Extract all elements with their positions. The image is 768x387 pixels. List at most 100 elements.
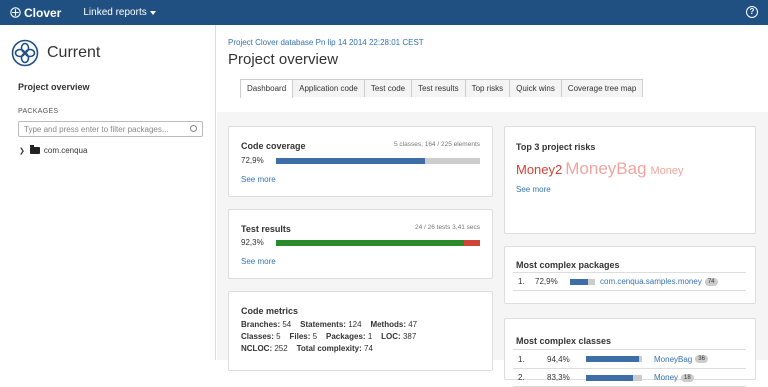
classes-table: 1. 94,4% MoneyBag 36 2. 83,3% Money 18: [513, 349, 746, 387]
tab-test-code[interactable]: Test code: [363, 79, 413, 97]
complexity-badge: 18: [681, 373, 694, 382]
metric-value: 124: [348, 320, 362, 329]
package-filter-input[interactable]: Type and press enter to filter packages.…: [18, 121, 203, 137]
metric-label: LOC:: [381, 332, 401, 341]
metric-label: NCLOC:: [241, 344, 273, 353]
metric-value: 387: [402, 332, 417, 341]
packages-heading: PACKAGES: [18, 108, 59, 115]
brand-name: Clover: [24, 5, 62, 20]
page-header: Project Clover database Pn lip 14 2014 2…: [217, 25, 768, 112]
metric-label: Packages:: [325, 332, 366, 341]
clover-logo-icon: [10, 7, 21, 18]
sidebar-header: Current: [11, 39, 215, 67]
coverage-summary: 5 classes, 164 / 225 elements: [394, 141, 480, 148]
linked-reports-menu[interactable]: Linked reports: [83, 7, 156, 18]
coverage-bar-fill: [276, 158, 425, 164]
sidebar: Current Project overview PACKAGES Type a…: [0, 25, 216, 360]
code-coverage-card: Code coverage 5 classes, 164 / 225 eleme…: [228, 126, 493, 197]
row-bar: [586, 356, 642, 362]
tab-quick-wins[interactable]: Quick wins: [509, 79, 562, 97]
test-results-card: Test results 24 / 26 tests 3,41 secs 92,…: [228, 209, 493, 279]
package-label: com.cenqua: [43, 146, 88, 155]
class-link[interactable]: Money: [654, 373, 678, 382]
complex-classes-card: Most complex classes 1. 94,4% MoneyBag 3…: [504, 318, 756, 387]
tab-application-code[interactable]: Application code: [292, 79, 365, 97]
breadcrumb[interactable]: Project Clover database Pn lip 14 2014 2…: [228, 38, 424, 47]
row-percent: 83,3%: [547, 373, 570, 382]
row-percent: 94,4%: [547, 354, 570, 364]
metric-label: Total complexity:: [296, 344, 362, 353]
metric-value: 74: [364, 344, 373, 353]
metric-value: 5: [312, 332, 318, 341]
metrics-line-1: Branches: 54 Statements: 124 Methods: 47: [241, 319, 491, 331]
metric-value: 5: [276, 332, 281, 341]
risk-item[interactable]: MoneyBag: [565, 159, 646, 179]
table-row: 2. 83,3% Money 18: [513, 368, 746, 387]
sidebar-item-project-overview[interactable]: Project overview: [18, 82, 90, 92]
see-more-link[interactable]: See more: [241, 175, 276, 184]
tab-bar: Dashboard Application code Test code Tes…: [240, 79, 644, 98]
table-row: 1. 72,9% com.cenqua.samples.money 74: [513, 272, 746, 291]
metric-value: 47: [408, 320, 418, 329]
metric-value: 1: [367, 332, 373, 341]
row-index: 1.: [518, 354, 525, 364]
test-summary: 24 / 26 tests 3,41 secs: [414, 224, 480, 231]
row-percent: 72,9%: [535, 277, 558, 286]
metric-label: Classes:: [241, 332, 274, 341]
metric-label: Methods:: [370, 320, 406, 329]
clover-logo[interactable]: Clover: [10, 6, 61, 20]
test-bar-fill: [276, 240, 465, 246]
card-title: Code metrics: [241, 306, 299, 316]
risk-item[interactable]: Money: [651, 165, 684, 177]
see-more-link[interactable]: See more: [241, 257, 276, 266]
complexity-badge: 74: [704, 277, 718, 286]
row-bar-fill: [570, 278, 589, 285]
filter-placeholder: Type and press enter to filter packages.…: [24, 125, 169, 134]
card-title: Most complex packages: [516, 260, 620, 270]
row-index: 1.: [518, 277, 525, 286]
class-link[interactable]: MoneyBag: [654, 355, 692, 364]
coverage-percent: 72,9%: [241, 156, 264, 165]
caret-down-icon: [149, 10, 156, 15]
chevron-right-icon[interactable]: ❯: [19, 147, 25, 155]
metric-value: 54: [282, 320, 292, 329]
metric-label: Files:: [289, 332, 311, 341]
sidebar-title: Current: [47, 44, 101, 61]
card-title: Code coverage: [241, 141, 306, 151]
see-more-link[interactable]: See more: [516, 185, 551, 194]
card-title: Most complex classes: [516, 336, 612, 346]
row-bar: [570, 278, 595, 285]
row-index: 2.: [518, 373, 525, 382]
metrics-line-2: Classes: 5 Files: 5 Packages: 1 LOC: 387: [241, 331, 491, 343]
card-title: Test results: [241, 224, 291, 234]
tab-top-risks[interactable]: Top risks: [464, 79, 511, 97]
metric-label: Branches:: [241, 320, 281, 329]
clover-logo-icon: [11, 39, 39, 67]
page-title: Project overview: [228, 51, 339, 68]
metric-value: 252: [274, 344, 288, 353]
row-bar-fill: [586, 356, 639, 362]
row-bar: [586, 374, 642, 381]
tab-coverage-tree-map[interactable]: Coverage tree map: [560, 79, 644, 97]
risk-item[interactable]: Money2: [516, 162, 562, 177]
package-link[interactable]: com.cenqua.samples.money: [600, 277, 702, 286]
main-content: Project Clover database Pn lip 14 2014 2…: [217, 25, 768, 387]
search-icon: [190, 125, 197, 132]
tab-dashboard[interactable]: Dashboard: [240, 79, 294, 98]
top-risks-card: Top 3 project risks Money2 MoneyBag Mone…: [504, 126, 756, 234]
packages-table: 1. 72,9% com.cenqua.samples.money 74: [513, 272, 746, 291]
metric-label: Statements:: [300, 320, 346, 329]
complexity-badge: 36: [695, 355, 708, 363]
package-tree-item[interactable]: ❯ com.cenqua: [19, 145, 88, 155]
linked-reports-label: Linked reports: [83, 7, 147, 18]
row-bar-fill: [586, 374, 633, 381]
metrics-line-3: NCLOC: 252 Total complexity: 74: [241, 343, 491, 355]
card-title: Top 3 project risks: [516, 142, 596, 152]
metrics-list: Branches: 54 Statements: 124 Methods: 47…: [241, 319, 491, 355]
top-navigation-bar: Clover Linked reports ?: [0, 0, 768, 25]
code-metrics-card: Code metrics Branches: 54 Statements: 12…: [228, 291, 493, 371]
folder-icon: [29, 145, 40, 154]
help-icon[interactable]: ?: [746, 6, 758, 18]
tab-test-results[interactable]: Test results: [411, 79, 466, 97]
complex-packages-card: Most complex packages 1. 72,9% com.cenqu…: [504, 246, 756, 304]
